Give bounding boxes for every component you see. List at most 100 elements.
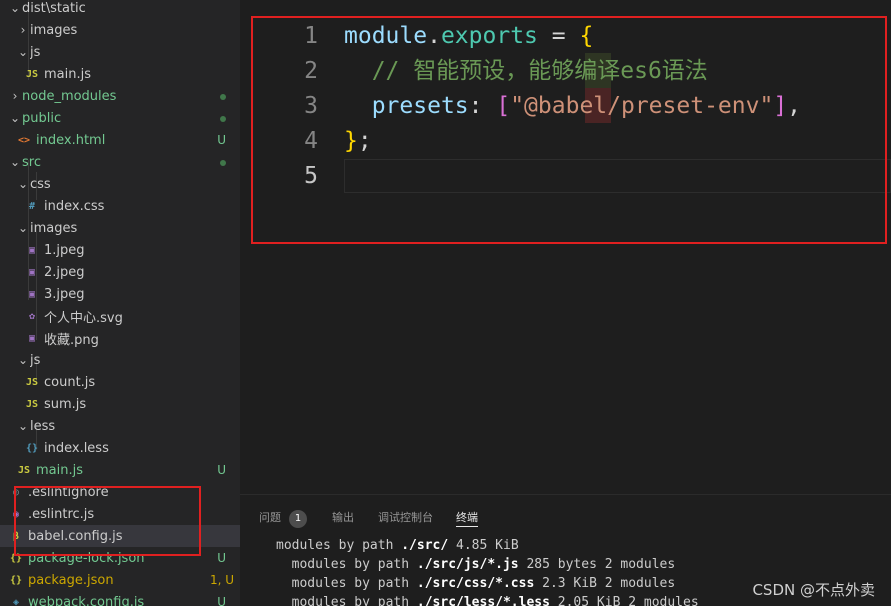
tree-folder[interactable]: › images bbox=[0, 19, 240, 41]
tree-folder[interactable]: ⌄ images bbox=[0, 217, 240, 239]
panel-tab[interactable]: 问题 1 bbox=[259, 509, 307, 528]
terminal-bold: ./src/js/*.js bbox=[416, 557, 519, 572]
tree-item-label: 1.jpeg bbox=[44, 242, 85, 258]
chevron-down-icon[interactable]: ⌄ bbox=[16, 221, 30, 235]
json-file-icon: {} bbox=[9, 574, 23, 586]
tree-item-label: images bbox=[30, 220, 78, 236]
git-status: U bbox=[217, 595, 226, 606]
tree-item-label: count.js bbox=[44, 374, 96, 390]
tree-folder[interactable]: ⌄ dist\static bbox=[0, 0, 240, 19]
chevron-down-icon[interactable]: ⌄ bbox=[16, 177, 30, 191]
chevron-down-icon[interactable]: ⌄ bbox=[16, 45, 30, 59]
tree-item-label: sum.js bbox=[44, 396, 87, 412]
tree-item-label: package.json bbox=[28, 572, 114, 588]
image-file-icon: ▣ bbox=[28, 288, 36, 300]
terminal-line: modules by path ./src/css/*.css 2.3 KiB … bbox=[276, 576, 676, 591]
tree-item-label: 收藏.png bbox=[44, 332, 99, 348]
tree-folder[interactable]: ⌄ js bbox=[0, 41, 240, 63]
chevron-down-icon[interactable]: ⌄ bbox=[8, 111, 22, 125]
panel-tab-label: 终端 bbox=[456, 511, 478, 524]
terminal-indent bbox=[276, 576, 292, 591]
css-file-icon: # bbox=[28, 200, 36, 212]
bottom-panel: 问题 1 输出 调试控制台 终端 modules by path ./src/ 4.85… bbox=[240, 494, 891, 606]
tree-item-label: main.js bbox=[36, 462, 83, 478]
git-status: U bbox=[217, 463, 226, 477]
terminal-indent bbox=[276, 595, 292, 606]
chevron-down-icon[interactable]: ⌄ bbox=[8, 155, 22, 169]
tree-item-label: images bbox=[30, 22, 78, 38]
terminal-post: 2.05 KiB 2 modules bbox=[549, 595, 699, 606]
panel-tab[interactable]: 终端 bbox=[456, 509, 478, 527]
panel-tab-label: 输出 bbox=[332, 511, 354, 524]
panel-tab[interactable]: 输出 bbox=[332, 509, 354, 527]
editor-highlight-box bbox=[251, 16, 887, 244]
tree-folder[interactable]: ⌄ src bbox=[0, 151, 240, 173]
tree-item-label: index.html bbox=[36, 132, 106, 148]
tree-file[interactable]: {} index.less bbox=[0, 437, 240, 459]
modified-dot-icon bbox=[220, 116, 226, 122]
chevron-down-icon[interactable]: ⌄ bbox=[16, 353, 30, 367]
image-file-icon: ▣ bbox=[28, 266, 36, 278]
tree-file[interactable]: ▣ 收藏.png bbox=[0, 327, 240, 349]
tree-file[interactable]: ▣ 3.jpeg bbox=[0, 283, 240, 305]
chevron-down-icon[interactable]: ⌄ bbox=[8, 1, 22, 15]
tree-item-label: index.less bbox=[44, 440, 109, 456]
terminal-line: modules by path ./src/less/*.less 2.05 K… bbox=[276, 595, 699, 606]
git-status: U bbox=[217, 551, 226, 565]
tree-file[interactable]: JS count.js bbox=[0, 371, 240, 393]
git-status: U bbox=[217, 133, 226, 147]
tree-file[interactable]: JS main.js U bbox=[0, 459, 240, 481]
tree-item-label: less bbox=[30, 418, 56, 434]
tree-folder[interactable]: ⌄ public bbox=[0, 107, 240, 129]
tree-item-label: dist\static bbox=[22, 0, 86, 16]
chevron-right-icon[interactable]: › bbox=[16, 23, 30, 37]
tree-file[interactable]: # index.css bbox=[0, 195, 240, 217]
tree-file[interactable]: {} package.json 1, U bbox=[0, 569, 240, 591]
tree-file[interactable]: ◈ webpack.config.js U bbox=[0, 591, 240, 606]
js-file-icon: JS bbox=[25, 398, 39, 410]
git-status bbox=[210, 89, 240, 103]
terminal-post: 4.85 KiB bbox=[448, 538, 519, 553]
tree-folder[interactable]: ⌄ less bbox=[0, 415, 240, 437]
tree-file[interactable]: ▣ 1.jpeg bbox=[0, 239, 240, 261]
terminal-bold: ./src/less/*.less bbox=[416, 595, 550, 606]
tree-item-label: 3.jpeg bbox=[44, 286, 85, 302]
panel-tab[interactable]: 调试控制台 bbox=[378, 509, 433, 527]
terminal-pre: modules by path bbox=[291, 595, 417, 606]
tree-folder[interactable]: › node_modules bbox=[0, 85, 240, 107]
tree-file[interactable]: <> index.html U bbox=[0, 129, 240, 151]
tree-file[interactable]: ▣ 2.jpeg bbox=[0, 261, 240, 283]
git-status: 1, U bbox=[210, 573, 235, 587]
chevron-down-icon[interactable]: ⌄ bbox=[16, 419, 30, 433]
tree-folder[interactable]: ⌄ js bbox=[0, 349, 240, 371]
terminal-bold: ./src/css/*.css bbox=[416, 576, 535, 591]
panel-tab-label: 问题 bbox=[259, 511, 281, 524]
tree-item-label: main.js bbox=[44, 66, 91, 82]
tree-item-label: index.css bbox=[44, 198, 105, 214]
tree-item-label: src bbox=[22, 154, 41, 170]
webpack-file-icon: ◈ bbox=[12, 596, 20, 606]
tree-item-label: js bbox=[30, 44, 41, 60]
tree-file[interactable]: JS main.js bbox=[0, 63, 240, 85]
git-status bbox=[210, 155, 240, 169]
tree-item-label: css bbox=[30, 176, 51, 192]
tree-file[interactable]: JS sum.js bbox=[0, 393, 240, 415]
tree-item-label: node_modules bbox=[22, 88, 117, 104]
terminal-indent bbox=[276, 557, 292, 572]
tree-item-label: js bbox=[30, 352, 41, 368]
svg-file-icon: ✿ bbox=[28, 310, 36, 322]
tree-item-label: webpack.config.js bbox=[28, 594, 145, 606]
modified-dot-icon bbox=[220, 160, 226, 166]
js-file-icon: JS bbox=[25, 68, 39, 80]
tree-folder[interactable]: ⌄ css bbox=[0, 173, 240, 195]
js-file-icon: JS bbox=[17, 464, 31, 476]
modified-dot-icon bbox=[220, 94, 226, 100]
image-file-icon: ▣ bbox=[28, 332, 36, 344]
tree-item-label: 2.jpeg bbox=[44, 264, 85, 280]
terminal-line: modules by path ./src/ 4.85 KiB bbox=[276, 538, 519, 553]
tree-file[interactable]: ✿ 个人中心.svg bbox=[0, 305, 240, 327]
tree-item-label: public bbox=[22, 110, 62, 126]
chevron-right-icon[interactable]: › bbox=[8, 89, 22, 103]
watermark: CSDN @不点外卖 bbox=[752, 581, 875, 599]
terminal-pre: modules by path bbox=[291, 557, 417, 572]
